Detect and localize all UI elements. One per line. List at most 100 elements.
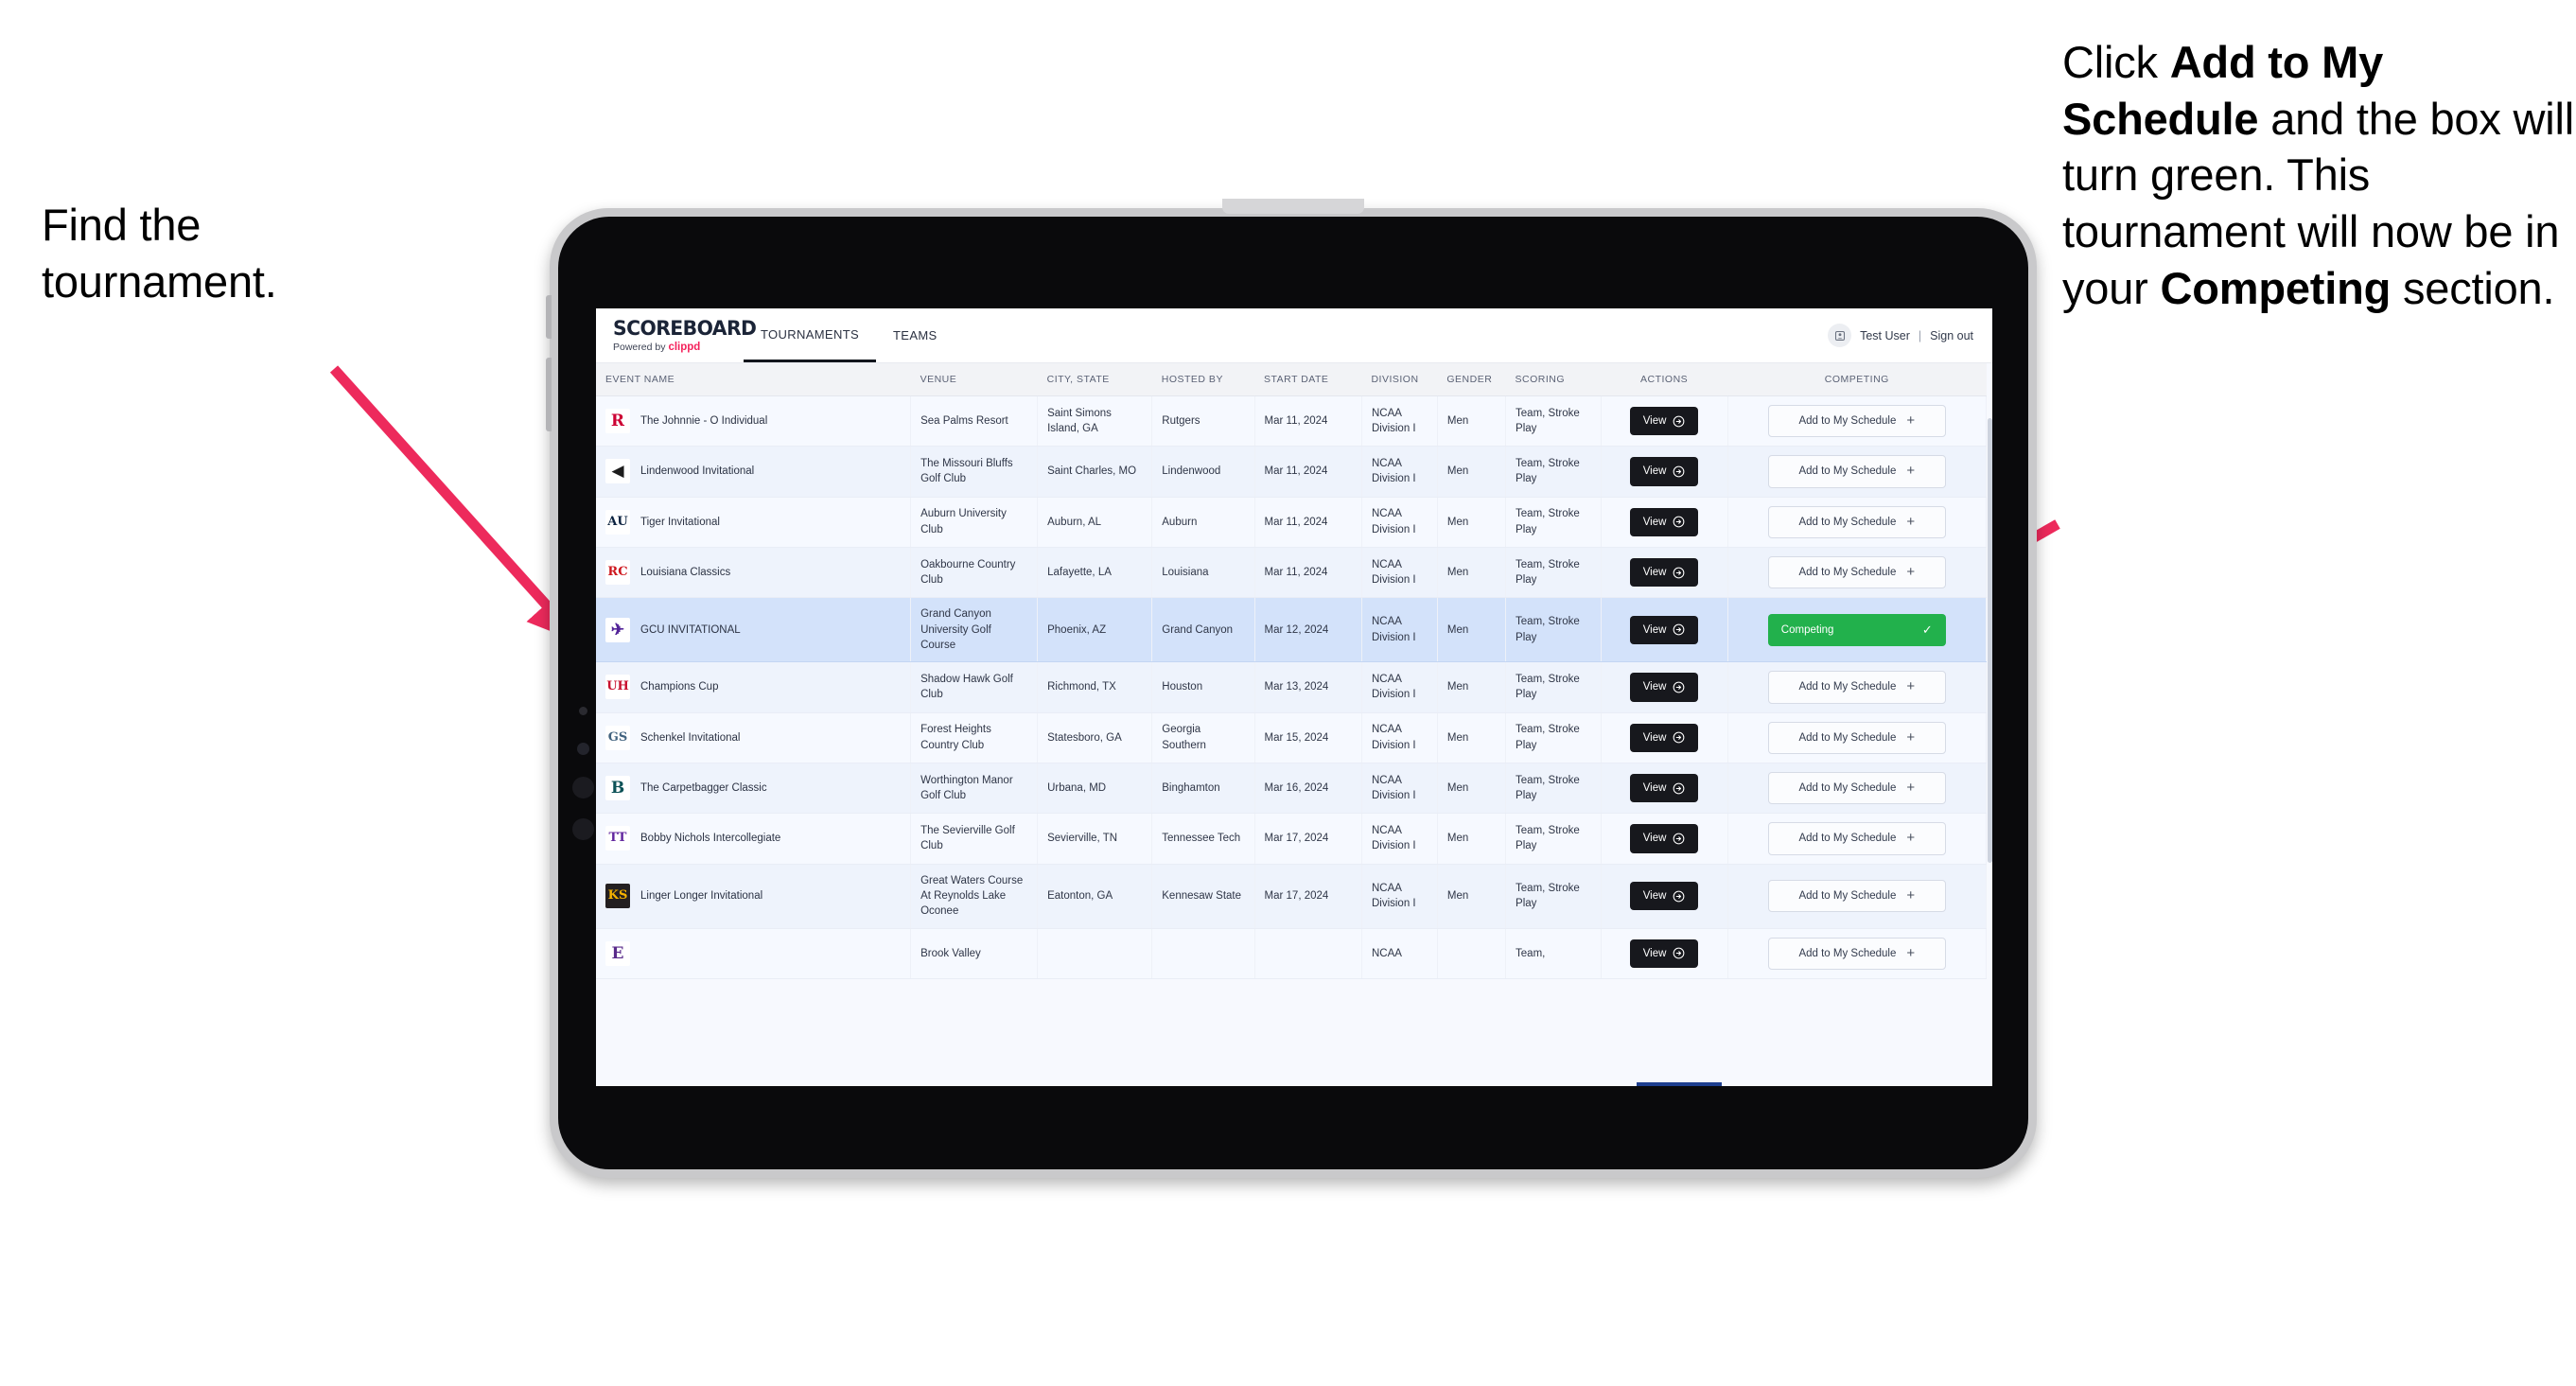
add-to-my-schedule-button[interactable]: Add to My Schedule + (1767, 505, 1946, 538)
add-to-my-schedule-button[interactable]: Add to My Schedule + (1767, 771, 1946, 805)
cell-actions: View (1601, 864, 1728, 929)
tab-teams[interactable]: TEAMS (876, 308, 955, 362)
view-button[interactable]: View (1630, 457, 1699, 486)
table-row[interactable]: R The Johnnie - O Individual Sea Palms Res… (596, 395, 1988, 447)
col-competing[interactable]: COMPETING (1727, 363, 1987, 396)
cell-hosted-by: Auburn (1151, 497, 1255, 548)
view-button-label: View (1642, 415, 1667, 427)
cell-start-date: Mar 13, 2024 (1254, 661, 1362, 713)
cell-division: NCAA Division I (1361, 712, 1438, 763)
cell-start-date: Mar 11, 2024 (1254, 497, 1362, 548)
team-logo-icon: B (605, 776, 630, 801)
view-button[interactable]: View (1630, 615, 1699, 644)
col-start-date[interactable]: START DATE (1254, 363, 1362, 396)
cell-venue: Sea Palms Resort (910, 395, 1039, 447)
table-row[interactable]: GS Schenkel Invitational Forest Heights Co… (596, 712, 1988, 763)
tab-tournaments[interactable]: TOURNAMENTS (744, 308, 877, 362)
table-row[interactable]: E Brook Valley NCAA Team, View Add to My Sche… (596, 928, 1988, 979)
col-division[interactable]: DIVISION (1361, 363, 1438, 396)
event-name-label: Linger Longer Invitational (640, 889, 763, 902)
view-button[interactable]: View (1630, 673, 1699, 702)
cell-event-name: ✈ GCU INVITATIONAL (596, 597, 912, 663)
view-button[interactable]: View (1630, 773, 1699, 803)
view-button-label: View (1642, 681, 1667, 693)
add-to-my-schedule-button[interactable]: Add to My Schedule + (1767, 671, 1946, 704)
plus-icon: + (1906, 564, 1916, 581)
cell-competing: Competing ✓ (1727, 597, 1988, 663)
view-button-label: View (1642, 947, 1667, 959)
col-city-state[interactable]: CITY, STATE (1037, 363, 1152, 396)
table-row[interactable]: ✈ GCU INVITATIONAL Grand Canyon University… (596, 597, 1988, 663)
cell-venue: Brook Valley (910, 928, 1039, 979)
table-row[interactable]: UH Champions Cup Shadow Hawk Golf Club Rich… (596, 661, 1988, 713)
annotation-find-tournament: Find the tournament. (42, 197, 439, 309)
table-row[interactable]: RC Louisiana Classics Oakbourne Country Cl… (596, 547, 1988, 599)
arrow-right-circle-icon (1674, 681, 1685, 693)
add-to-my-schedule-button[interactable]: Add to My Schedule + (1767, 555, 1946, 589)
view-button[interactable]: View (1630, 939, 1699, 968)
table-row[interactable]: B The Carpetbagger Classic Worthington Man… (596, 763, 1988, 815)
bezel-dot-b (572, 818, 594, 840)
vertical-scrollbar-thumb[interactable] (1988, 418, 1992, 863)
competing-button[interactable]: Competing ✓ (1767, 613, 1946, 647)
vertical-scrollbar[interactable] (1988, 418, 1992, 1086)
col-venue[interactable]: VENUE (910, 363, 1038, 396)
add-to-my-schedule-button[interactable]: Add to My Schedule + (1767, 879, 1946, 913)
cell-gender: Men (1437, 712, 1507, 763)
cell-city-state: Saint Simons Island, GA (1037, 395, 1153, 447)
cell-division: NCAA Division I (1361, 864, 1438, 929)
table-row[interactable]: KS Linger Longer Invitational Great Waters… (596, 864, 1988, 929)
horizontal-scrollbar-thumb[interactable] (1637, 1082, 1722, 1086)
view-button[interactable]: View (1630, 407, 1699, 436)
col-gender[interactable]: GENDER (1437, 363, 1506, 396)
view-button-label: View (1642, 781, 1667, 794)
tournaments-table-scroll[interactable]: EVENT NAME VENUE CITY, STATE HOSTED BY S… (596, 363, 1992, 1086)
col-scoring[interactable]: SCORING (1505, 363, 1602, 396)
cell-start-date: Mar 11, 2024 (1254, 547, 1362, 599)
add-to-my-schedule-button[interactable]: Add to My Schedule + (1767, 721, 1946, 754)
cell-start-date: Mar 16, 2024 (1254, 763, 1362, 815)
volume-up-button[interactable] (546, 295, 552, 339)
cell-scoring: Team, Stroke Play (1505, 864, 1602, 929)
cell-competing: Add to My Schedule + (1727, 547, 1988, 599)
table-row[interactable]: ◀ Lindenwood Invitational The Missouri Blu… (596, 446, 1988, 498)
arrow-right-circle-icon (1674, 890, 1685, 902)
view-button[interactable]: View (1630, 881, 1699, 911)
cell-gender: Men (1437, 395, 1507, 447)
add-to-my-schedule-button[interactable]: Add to My Schedule + (1767, 937, 1946, 970)
view-button-label: View (1642, 731, 1667, 744)
add-to-my-schedule-button[interactable]: Add to My Schedule + (1767, 822, 1946, 855)
plus-icon: + (1906, 944, 1916, 961)
brand-logo[interactable]: SCOREBOARD Powered by clippd (596, 308, 757, 362)
table-row[interactable]: AU Tiger Invitational Auburn University Cl… (596, 497, 1988, 548)
arrow-right-circle-icon (1674, 567, 1685, 579)
cell-competing: Add to My Schedule + (1727, 497, 1988, 548)
cell-hosted-by (1151, 928, 1255, 979)
view-button[interactable]: View (1630, 507, 1699, 536)
cell-competing: Add to My Schedule + (1727, 864, 1988, 929)
cell-scoring: Team, Stroke Play (1505, 712, 1602, 763)
ambient-sensor-icon (577, 743, 589, 755)
col-actions[interactable]: ACTIONS (1601, 363, 1728, 396)
view-button[interactable]: View (1630, 723, 1699, 752)
cell-venue: Worthington Manor Golf Club (910, 763, 1039, 815)
sign-out-link[interactable]: Sign out (1930, 329, 1973, 342)
add-to-my-schedule-button[interactable]: Add to My Schedule + (1767, 405, 1946, 438)
event-name-label: Schenkel Invitational (640, 731, 741, 744)
add-to-my-schedule-button[interactable]: Add to My Schedule + (1767, 455, 1946, 488)
team-logo-icon: R (605, 409, 630, 434)
avatar[interactable] (1828, 324, 1852, 347)
arrow-right-circle-icon (1674, 415, 1685, 428)
table-row[interactable]: TT Bobby Nichols Intercollegiate The Sevie… (596, 813, 1988, 865)
view-button[interactable]: View (1630, 557, 1699, 588)
cell-venue: The Missouri Bluffs Golf Club (910, 446, 1039, 498)
col-event-name[interactable]: EVENT NAME (596, 363, 911, 396)
view-button-label: View (1642, 516, 1667, 528)
view-button[interactable]: View (1630, 824, 1699, 853)
cell-hosted-by: Grand Canyon (1151, 597, 1255, 663)
cell-division: NCAA Division I (1361, 597, 1438, 663)
cell-division: NCAA (1361, 928, 1438, 979)
volume-down-button[interactable] (546, 358, 552, 431)
col-hosted-by[interactable]: HOSTED BY (1151, 363, 1255, 396)
cell-actions: View (1601, 446, 1728, 498)
